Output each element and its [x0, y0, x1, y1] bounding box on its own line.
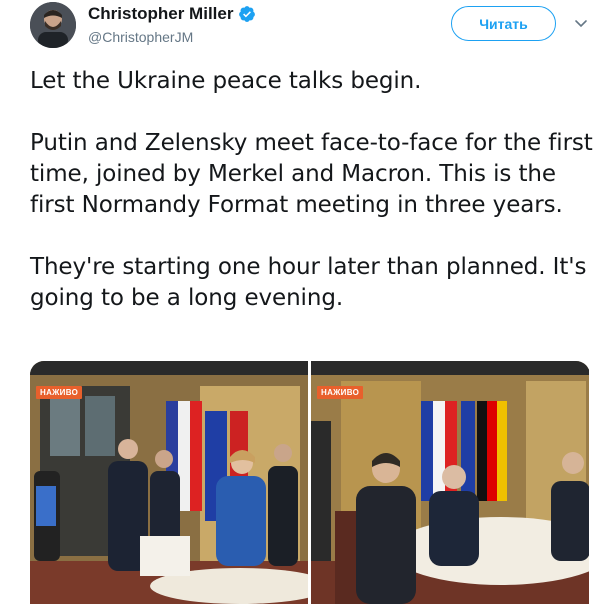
chevron-down-icon[interactable] [572, 14, 590, 32]
author-name[interactable]: Christopher Miller [88, 4, 256, 24]
avatar-image [30, 2, 76, 48]
follow-button[interactable]: Читать [451, 6, 556, 41]
tweet-text: Let the Ukraine peace talks begin. Putin… [30, 66, 605, 314]
photo-right[interactable]: НАЖИВО [311, 361, 589, 604]
tweet-paragraph: Putin and Zelensky meet face-to-face for… [30, 130, 593, 218]
author-handle[interactable]: @ChristopherJM [88, 29, 193, 45]
tweet-paragraph: They're starting one hour later than pla… [30, 254, 587, 311]
author-name-text: Christopher Miller [88, 4, 234, 23]
verified-badge-icon [239, 6, 256, 22]
photo-left[interactable]: НАЖИВО [30, 361, 308, 604]
live-badge: НАЖИВО [36, 386, 83, 399]
avatar[interactable] [30, 2, 76, 48]
tweet-paragraph: Let the Ukraine peace talks begin. [30, 68, 422, 94]
live-badge: НАЖИВО [317, 386, 364, 399]
media-grid: НАЖИВО НАЖИВО [30, 361, 590, 604]
